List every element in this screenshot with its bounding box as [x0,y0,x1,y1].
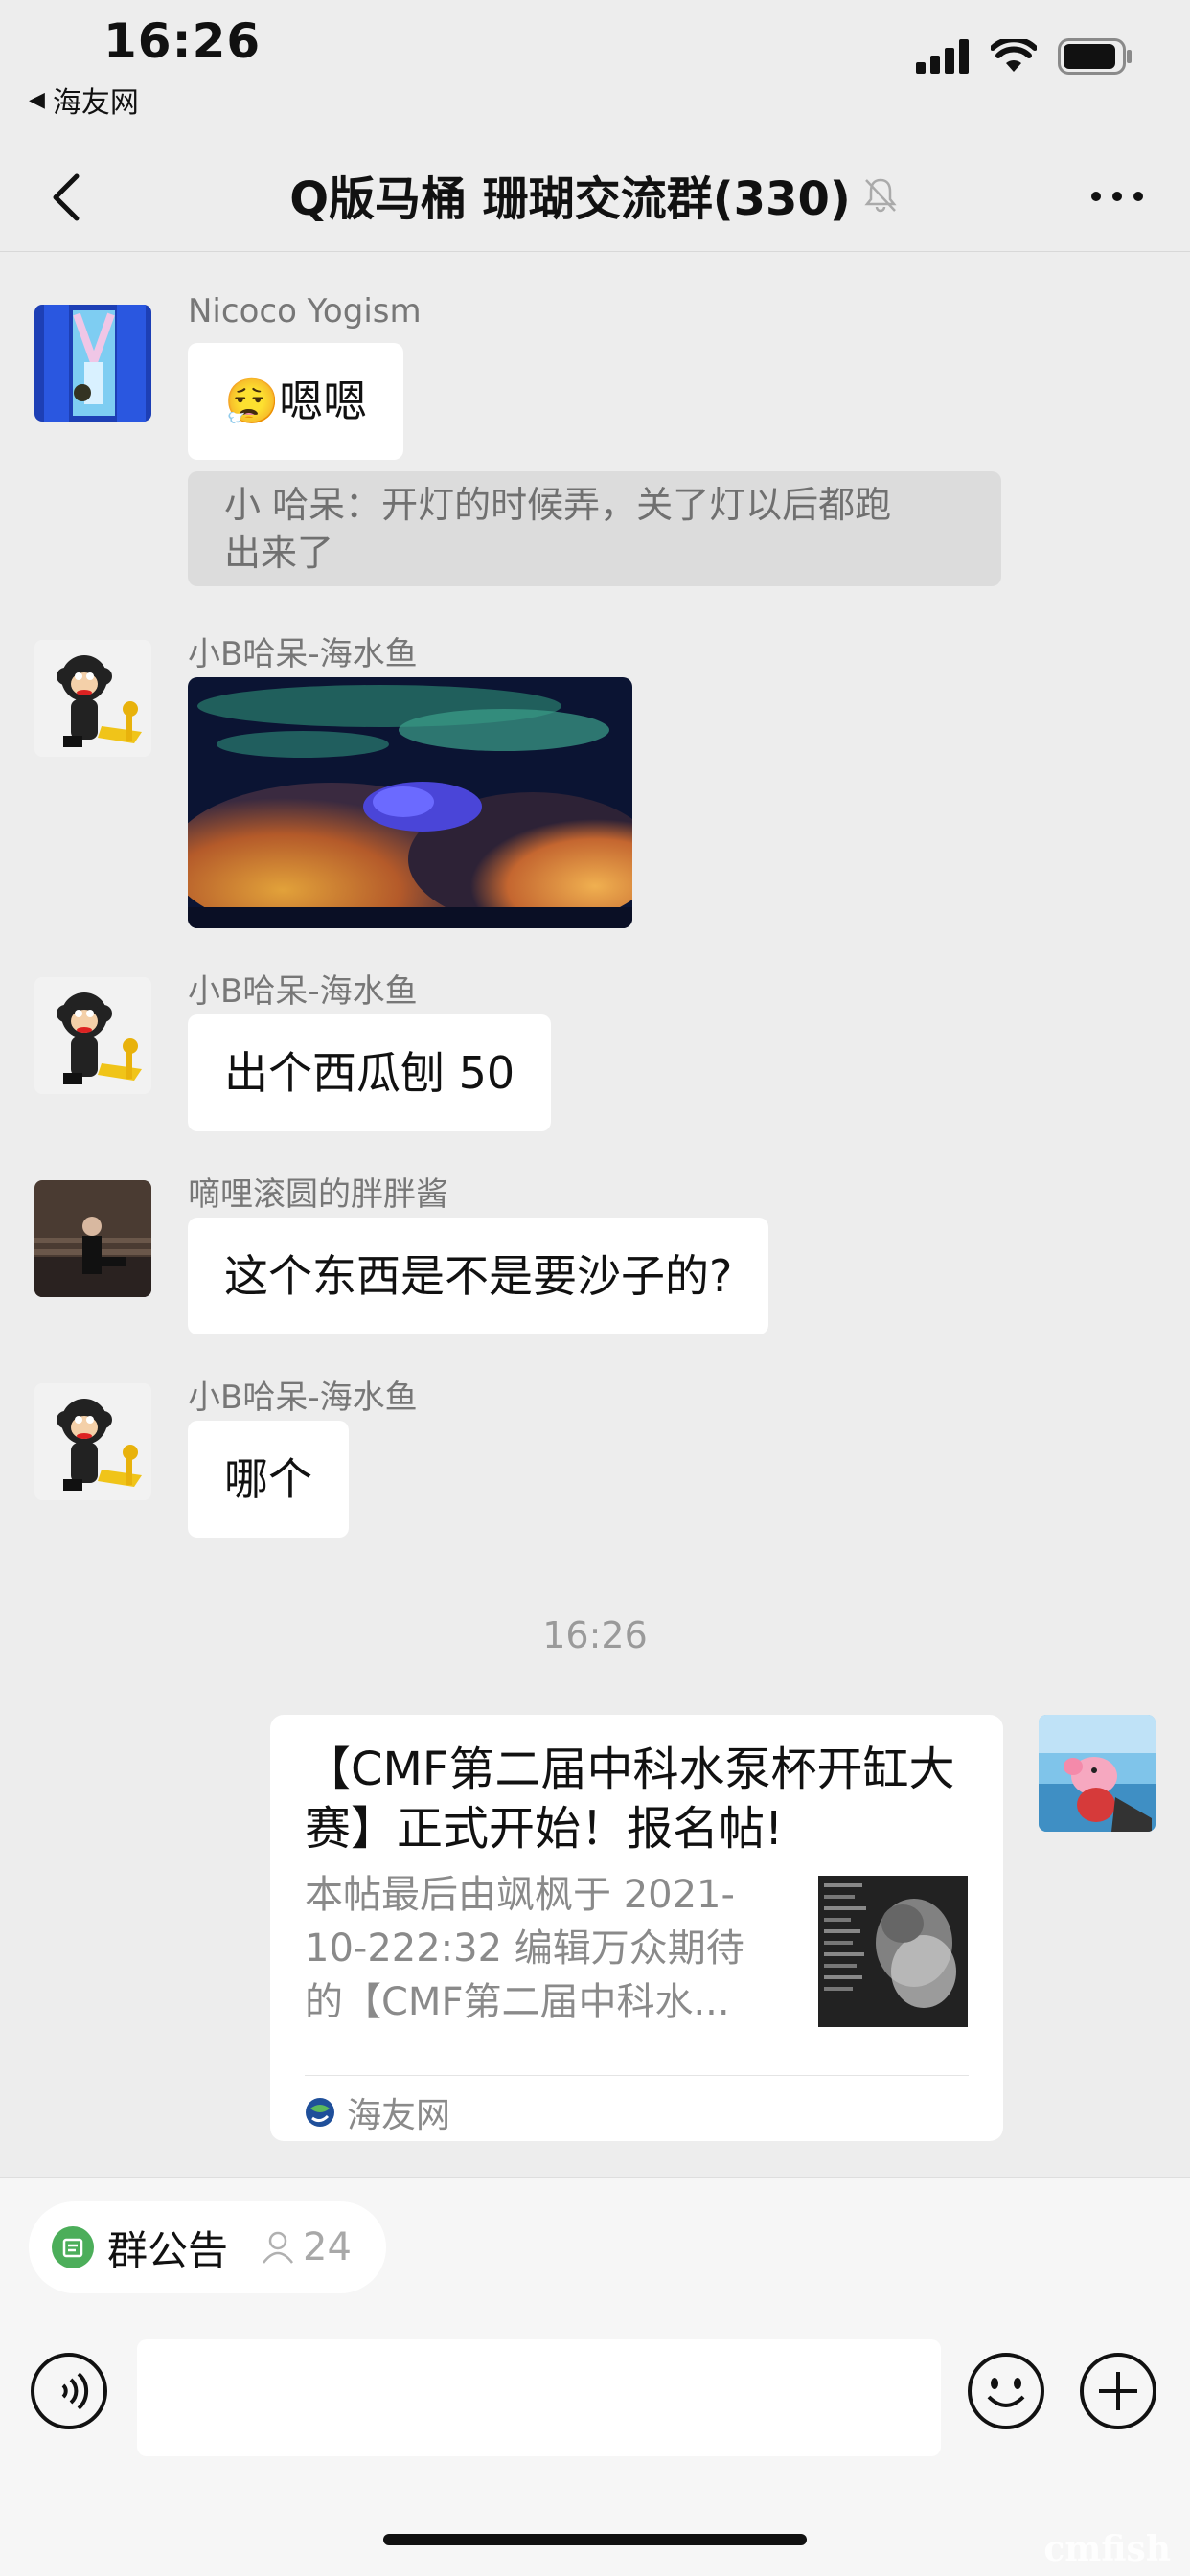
group-notice-button[interactable]: 群公告 24 [29,2201,386,2293]
muted-bell-icon [864,178,897,213]
link-card-desc-line: 的【CMF第二届中科水... [305,1980,730,2024]
quoted-reply[interactable]: 小 哈呆：开灯的时候弄，关了灯以后都跑 出来了 [188,471,1001,586]
link-card-desc-line: 10-222:32 编辑万众期待 [305,1926,744,1971]
link-card-source: 海友网 [305,2088,450,2136]
more-options-icon[interactable] [1087,172,1148,220]
link-card-divider [305,2075,969,2076]
shared-link-card[interactable]: 【CMF第二届中科水泵杯开缸大赛】正式开始！报名帖! 本帖最后由飒枫于 2021… [270,1715,1003,2141]
sigh-emoji-icon: 😮‍💨 [224,376,280,427]
link-card-thumbnail [818,1876,968,2027]
avatar-xiaob[interactable] [34,977,151,1094]
link-card-desc-line: 本帖最后由飒枫于 2021- [305,1873,735,1917]
chat-title: Q版马桶 珊瑚交流群(330) [0,161,1190,228]
avatar-pangpang[interactable] [34,1180,151,1297]
monkey-avatar-image [34,977,151,1094]
link-card-source-name: 海友网 [347,2096,451,2135]
message-bubble[interactable]: 😮‍💨嗯嗯 [188,343,404,460]
monkey-avatar-image [34,1383,151,1500]
back-app-label: 海友网 [52,86,139,120]
battery-icon [1058,38,1132,75]
coral-photo[interactable] [188,677,632,928]
message-text: 哪个 [224,1453,312,1505]
avatar-nicoco[interactable] [34,305,151,422]
watermark: cmfish [1043,2529,1171,2569]
back-triangle-icon: ◀ [29,87,45,112]
avatar-xiaob[interactable] [34,640,151,757]
sender-name: 嘀哩滚圆的胖胖酱 [188,1175,448,1214]
sender-name: Nicoco Yogism [188,292,422,331]
notice-read-count: 24 [259,2225,352,2269]
sender-name: 小B哈呆-海水鱼 [188,1379,418,1417]
notice-icon [52,2226,94,2268]
chat-timestamp: 16:26 [542,1614,648,1656]
message-bubble[interactable]: 这个东西是不是要沙子的? [188,1218,769,1334]
message-text: 出个西瓜刨 50 [224,1047,515,1099]
home-indicator[interactable] [383,2534,807,2545]
quote-line-2: 出来了 [224,532,334,574]
quote-line-1: 小 哈呆：开灯的时候弄，关了灯以后都跑 [224,484,892,526]
back-to-app-link[interactable]: ◀ 海友网 [29,79,139,121]
status-icons [916,38,1133,75]
navigation-bar: Q版马桶 珊瑚交流群(330) [0,144,1190,252]
link-card-description: 本帖最后由飒枫于 2021- 10-222:32 编辑万众期待 的【CMF第二届… [305,1868,784,2029]
sender-name: 小B哈呆-海水鱼 [188,635,418,673]
person-icon [263,2231,294,2264]
emoji-icon[interactable] [966,2351,1046,2431]
cellular-signal-icon [916,39,969,74]
message-input[interactable] [137,2339,941,2456]
avatar-xiaob[interactable] [34,1383,151,1500]
person-avatar-image [34,1180,151,1297]
group-notice-label: 群公告 [107,2226,229,2274]
avatar-self[interactable] [1039,1715,1156,1832]
input-area: 群公告 24 [0,2177,1190,2576]
peppa-avatar-image [1039,1715,1156,1832]
voice-input-icon[interactable] [29,2351,109,2431]
sender-name: 小B哈呆-海水鱼 [188,972,418,1011]
status-time: 16:26 [103,13,262,69]
message-bubble[interactable]: 哪个 [188,1421,349,1538]
add-attachment-icon[interactable] [1078,2351,1158,2431]
chat-title-text: Q版马桶 珊瑚交流群(330) [289,172,851,226]
notice-count-value: 24 [303,2225,352,2269]
globe-logo-icon [306,2098,334,2127]
coral-photo-image [188,677,632,928]
message-text: 这个东西是不是要沙子的? [224,1250,733,1302]
message-text: 嗯嗯 [279,376,368,427]
monkey-avatar-image [34,640,151,757]
message-bubble[interactable]: 出个西瓜刨 50 [188,1014,552,1131]
link-card-title: 【CMF第二届中科水泵杯开缸大赛】正式开始！报名帖! [305,1743,955,1856]
avatar-nicoco-image [34,305,151,422]
wifi-icon [991,39,1037,72]
